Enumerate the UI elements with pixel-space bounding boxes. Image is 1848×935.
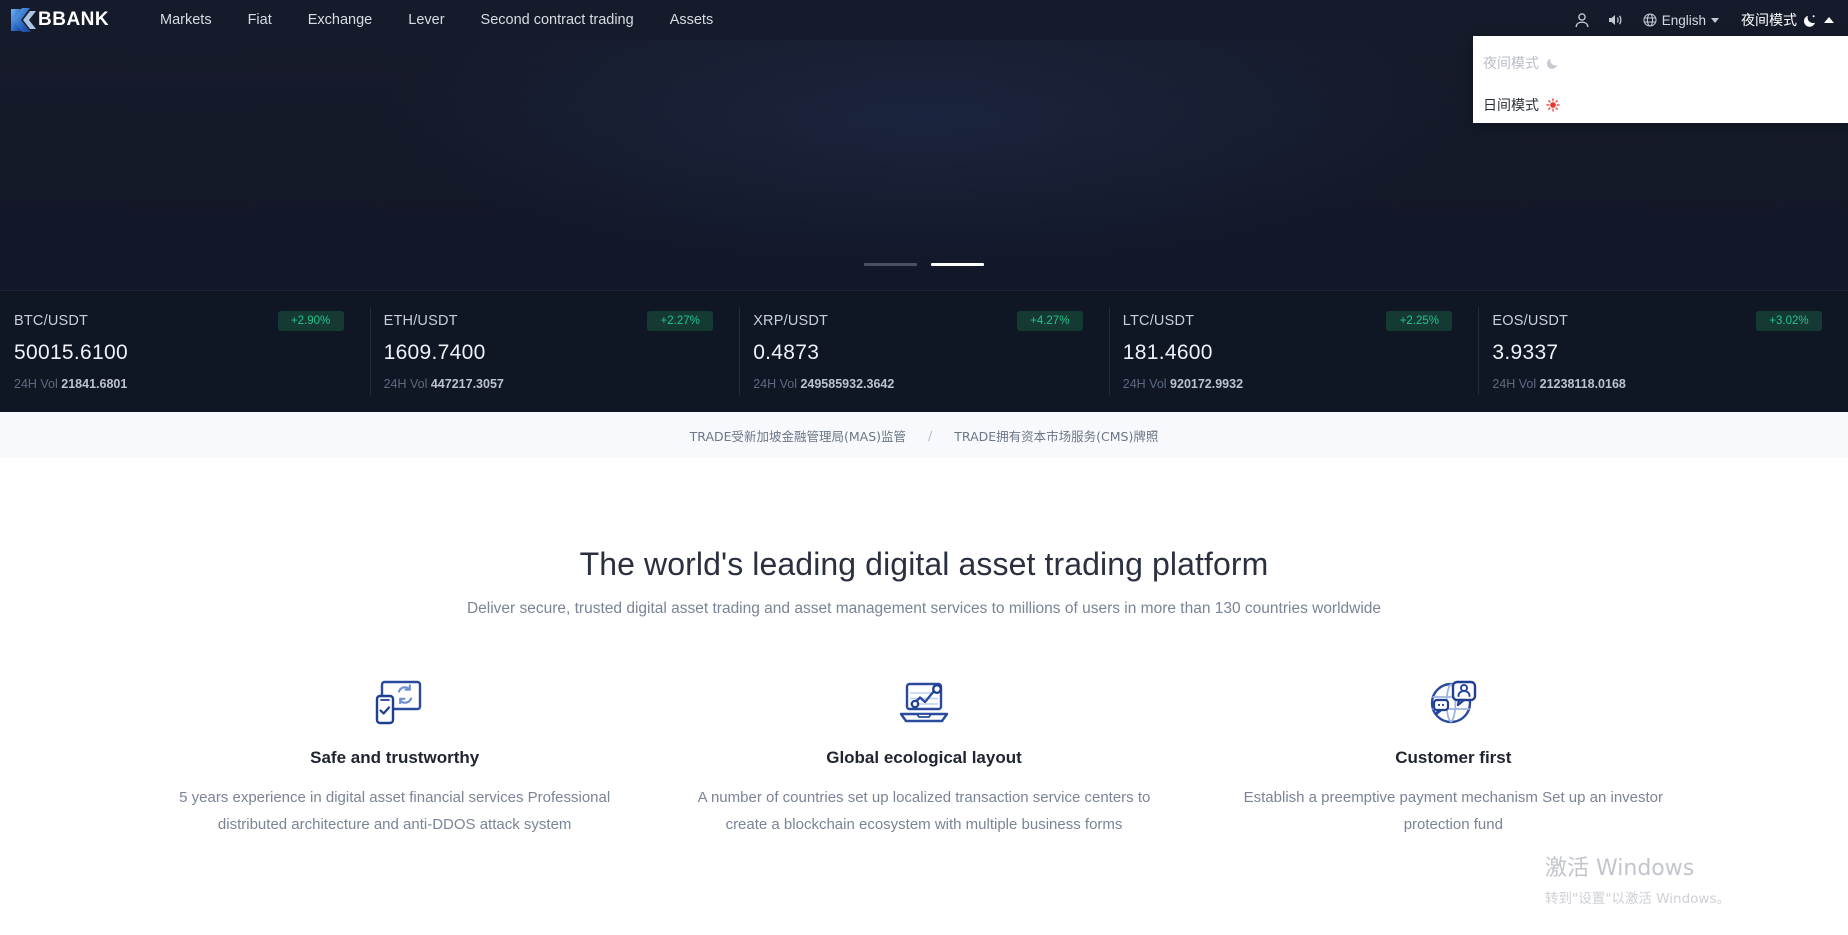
- theme-option-day-label: 日间模式: [1483, 98, 1539, 114]
- carousel-indicators: [864, 263, 984, 266]
- laptop-chart-icon: [679, 674, 1168, 730]
- ticker-price: 50015.6100: [14, 341, 128, 364]
- nav-item-second-contract-trading[interactable]: Second contract trading: [463, 0, 652, 40]
- license-separator: /: [928, 427, 933, 443]
- ticker-price: 181.4600: [1122, 341, 1213, 364]
- globe-support-icon: [1209, 674, 1698, 730]
- chevron-up-icon: [1824, 17, 1834, 23]
- ticker-price: 0.4873: [753, 341, 820, 364]
- speaker-icon[interactable]: [1601, 0, 1631, 40]
- ticker-change-badge: +3.02%: [1755, 311, 1822, 331]
- carousel-dot-2[interactable]: [931, 263, 984, 266]
- ticker-volume-label: 24H Vol: [1122, 377, 1167, 391]
- ticker-volume-value: 920172.9932: [1170, 377, 1244, 391]
- feature-safe-and-trustworthy: Safe and trustworthy 5 years experience …: [130, 674, 659, 838]
- windows-activation-watermark: 激活 Windows 转到"设置"以激活 Windows。: [1545, 854, 1730, 907]
- monitor-sync-icon: [150, 674, 639, 730]
- feature-customer-first: Customer first Establish a preemptive pa…: [1189, 674, 1718, 838]
- ticker-volume-value: 21841.6801: [61, 377, 128, 391]
- main-nav: Markets Fiat Exchange Lever Second contr…: [142, 0, 731, 40]
- ticker-volume-value: 21238118.0168: [1539, 377, 1626, 391]
- ticker-volume-value: 249585932.3642: [800, 377, 895, 391]
- market-ticker-strip: BTC/USDT +2.90% 50015.6100 24H Vol 21841…: [0, 290, 1848, 412]
- license-mas[interactable]: TRADE受新加坡金融管理局(MAS)监管: [690, 426, 906, 445]
- nav-item-lever[interactable]: Lever: [390, 0, 462, 40]
- ticker-card-ltc[interactable]: LTC/USDT +2.25% 181.4600 24H Vol 920172.…: [1108, 291, 1479, 412]
- k-logo-icon: [11, 8, 36, 32]
- theme-option-night-label: 夜间模式: [1483, 56, 1539, 72]
- ticker-card-xrp[interactable]: XRP/USDT +4.27% 0.4873 24H Vol 249585932…: [739, 291, 1109, 412]
- nav-item-exchange[interactable]: Exchange: [290, 0, 391, 40]
- page-root: BBANK Markets Fiat Exchange Lever Second…: [0, 0, 1848, 935]
- moon-icon: [1803, 14, 1815, 27]
- theme-option-day[interactable]: 日间模式: [1473, 84, 1848, 126]
- ticker-price: 3.9337: [1492, 341, 1559, 364]
- ticker-pair: BTC/USDT: [14, 313, 89, 329]
- language-label: English: [1661, 12, 1706, 28]
- top-header: BBANK Markets Fiat Exchange Lever Second…: [0, 0, 1848, 40]
- ticker-card-eth[interactable]: ETH/USDT +2.27% 1609.7400 24H Vol 447217…: [369, 291, 740, 412]
- feature-description: Establish a preemptive payment mechanism…: [1243, 789, 1664, 833]
- feature-description: 5 years experience in digital asset fina…: [179, 789, 611, 833]
- brand-logo[interactable]: BBANK: [8, 6, 116, 34]
- ticker-volume: 24H Vol 21238118.0168: [1492, 377, 1822, 391]
- ticker-change-badge: +2.90%: [277, 311, 344, 331]
- ticker-pair: EOS/USDT: [1492, 313, 1569, 329]
- theme-dropdown-menu: 夜间模式 日间模式: [1473, 36, 1848, 123]
- ticker-volume-label: 24H Vol: [14, 377, 58, 391]
- ticker-card-eos[interactable]: EOS/USDT +3.02% 3.9337 24H Vol 21238118.…: [1478, 291, 1848, 412]
- user-icon[interactable]: [1567, 0, 1597, 40]
- feature-title: Safe and trustworthy: [310, 748, 480, 767]
- theme-option-night[interactable]: 夜间模式: [1473, 42, 1848, 84]
- ticker-price: 1609.7400: [383, 341, 486, 364]
- nav-item-fiat[interactable]: Fiat: [230, 0, 290, 40]
- feature-list: Safe and trustworthy 5 years experience …: [0, 674, 1848, 838]
- ticker-volume: 24H Vol 447217.3057: [384, 377, 714, 391]
- feature-title: Customer first: [1395, 748, 1512, 767]
- brand-name: BBANK: [38, 9, 110, 30]
- ticker-change-badge: +4.27%: [1016, 311, 1083, 331]
- moon-icon: [1546, 58, 1558, 69]
- feature-global-ecological-layout: Global ecological layout A number of cou…: [659, 674, 1188, 838]
- ticker-pair: LTC/USDT: [1122, 313, 1195, 329]
- ticker-change-badge: +2.25%: [1386, 311, 1453, 331]
- ticker-card-btc[interactable]: BTC/USDT +2.90% 50015.6100 24H Vol 21841…: [0, 291, 370, 412]
- ticker-pair: ETH/USDT: [383, 313, 458, 329]
- globe-icon: [1643, 13, 1657, 27]
- ticker-volume: 24H Vol 249585932.3642: [753, 377, 1083, 391]
- ticker-volume-label: 24H Vol: [383, 377, 428, 391]
- ticker-change-badge: +2.27%: [647, 311, 714, 331]
- watermark-subtitle: 转到"设置"以激活 Windows。: [1545, 891, 1730, 907]
- ticker-volume-label: 24H Vol: [753, 377, 797, 391]
- ticker-volume-label: 24H Vol: [1492, 377, 1537, 391]
- sun-icon: [1546, 98, 1560, 112]
- ticker-volume-value: 447217.3057: [430, 377, 504, 391]
- theme-toggle-label: 夜间模式: [1741, 13, 1797, 29]
- page-title: The world's leading digital asset tradin…: [579, 546, 1269, 582]
- language-selector[interactable]: English: [1643, 13, 1719, 28]
- license-cms[interactable]: TRADE拥有资本市场服务(CMS)牌照: [954, 426, 1158, 445]
- ticker-pair: XRP/USDT: [753, 313, 829, 329]
- chevron-down-icon: [1711, 17, 1719, 23]
- feature-description: A number of countries set up localized t…: [697, 789, 1151, 833]
- carousel-dot-1[interactable]: [864, 263, 917, 266]
- watermark-title: 激活 Windows: [1545, 856, 1695, 881]
- nav-item-markets[interactable]: Markets: [142, 0, 230, 40]
- theme-toggle[interactable]: 夜间模式: [1741, 10, 1834, 30]
- header-actions: English 夜间模式: [1567, 0, 1848, 40]
- page-subtitle: Deliver secure, trusted digital asset tr…: [466, 600, 1382, 617]
- hero-glow: [374, 40, 1474, 270]
- ticker-volume: 24H Vol 21841.6801: [14, 377, 344, 391]
- license-bar: TRADE受新加坡金融管理局(MAS)监管 / TRADE拥有资本市场服务(CM…: [0, 412, 1848, 458]
- feature-title: Global ecological layout: [826, 748, 1022, 767]
- nav-item-assets[interactable]: Assets: [652, 0, 732, 40]
- ticker-volume: 24H Vol 920172.9932: [1123, 377, 1453, 391]
